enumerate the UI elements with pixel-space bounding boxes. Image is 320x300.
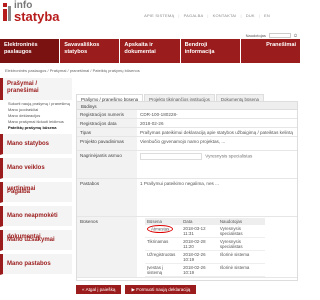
tab-institutions[interactable]: Projekto tikrinančios institucijos [144, 94, 215, 102]
status-line: Būdinys [77, 102, 297, 110]
tab-general-info[interactable]: Bendroji informacija [181, 39, 241, 63]
assignee-value-cell: Vyresnysis specialistas [137, 151, 297, 178]
sidebar: Prašymai / pranešimai Sukurti naują praš… [0, 78, 72, 300]
state-cell: Tikrinamas [145, 237, 182, 251]
date-cell: 2018-03-12 11:31 [181, 225, 218, 238]
sidebar-item-help[interactable]: Pagalba [0, 182, 72, 203]
user-cell: Vyresnysis specialistas [217, 237, 265, 251]
nav-help[interactable]: PAGALBA [184, 13, 204, 18]
user-field[interactable] [268, 33, 291, 38]
logo-text-bottom: statyba [14, 9, 60, 24]
tab-unauthorized-construction[interactable]: Savavališkos statybos [60, 39, 121, 63]
logo-mark-icon [3, 3, 12, 21]
back-button-label: Atgal į paiešką [85, 287, 116, 292]
detail-label: Tipas [77, 128, 137, 136]
col-date: Data [181, 218, 218, 225]
logo[interactable]: info statyba [3, 1, 63, 25]
new-declaration-button[interactable]: ▶ Formuoti naują deklaraciją [125, 285, 197, 294]
detail-row: Registracijos numeris CDR-100-180228- [77, 110, 297, 119]
detail-row: Nagrinėjantis asmuo Vyresnysis specialis… [77, 151, 297, 179]
nav-faq[interactable]: DUK [246, 13, 255, 18]
sidebar-head-label: Prašymai / pranešimai [7, 81, 39, 94]
table-row: Atmestas 2018-03-12 11:31 Vyresnysis spe… [145, 224, 265, 238]
assignee-label: Nagrinėjantis asmuo [77, 151, 137, 178]
notes-label: Pastabos [77, 179, 137, 216]
date-cell: 2018-02-28 11:20 [181, 237, 218, 251]
detail-label: Projekto pavadinimas [77, 137, 137, 150]
nav-about[interactable]: APIE SISTEMĄ [144, 13, 174, 18]
top-nav: APIE SISTEMĄ | PAGALBA | KONTAKTAI | DUK | E… [144, 13, 270, 18]
col-user: Naudotojas [217, 218, 265, 225]
sidebar-item-unpaid[interactable]: Mano neapmokėti dokumentai [0, 206, 72, 240]
table-row: Tikrinamas 2018-02-28 11:20 Vyresnysis s… [145, 237, 265, 251]
back-button[interactable]: « Atgal į paiešką [76, 285, 122, 294]
detail-row: Registracijos data 2018-02-26 [77, 119, 297, 128]
tab-document-status[interactable]: Dokumentų būsena [215, 94, 264, 102]
tab-notifications[interactable]: Pranešimai [241, 39, 300, 63]
sidebar-head[interactable]: Prašymai / pranešimai [0, 78, 72, 100]
sidebar-item-evaluations[interactable]: Mano veiklos vertinimai [0, 158, 72, 192]
state-cell: Įvestas į sistemą [145, 263, 182, 277]
table-row: Užregistruotas 2018-02-26 10:19 Išorinė … [145, 250, 265, 264]
submenu-request-status[interactable]: Pateiktų prašymų būsena [8, 125, 72, 131]
detail-row: Tipas Prašymas pateikimui deklaraciją ap… [77, 128, 297, 137]
state-rejected: Atmestas [147, 224, 174, 233]
history-header: Būsena Data Naudotojas [145, 218, 265, 225]
header: info statyba APIE SISTEMĄ | PAGALBA | KONT… [0, 0, 300, 24]
nav-lang[interactable]: EN [264, 13, 270, 18]
user-name[interactable]: Naudotojas [246, 33, 266, 38]
detail-value: CDR-100-180228- [140, 111, 178, 117]
user-bar: Naudotojas ⏻ [246, 33, 297, 38]
sidebar-submenu: Sukurti naują prašymą / pranešimą Mano j… [0, 101, 72, 131]
main-tabs: Elektroninės paslaugos Savavališkos stat… [0, 39, 300, 63]
history-cell: Būsena Data Naudotojas Atmestas 2018-03-… [137, 217, 297, 277]
action-buttons: « Atgal į paiešką ▶ Formuoti naują dekla… [76, 285, 197, 294]
date-cell: 2018-02-26 10:19 [181, 250, 218, 264]
new-declaration-label: Formuoti naują deklaraciją [136, 287, 191, 292]
breadcrumb: Elektroninės paslaugos / Prašymai / pran… [5, 68, 140, 73]
notes-value: 1 Prašymui pateikimo negalima, nes ... [140, 180, 219, 186]
date-cell: 2018-02-26 10:19 [181, 263, 218, 277]
main-panel: Prašymo / pranešimo būsena Projekto tikr… [76, 94, 298, 300]
detail-label: Registracijos numeris [77, 110, 137, 118]
assignee-value: Vyresnysis specialistas [205, 153, 253, 159]
logout-icon[interactable]: ⏻ [294, 33, 297, 38]
tab-accounting-documents[interactable]: Apskaita ir dokumentai [120, 39, 181, 63]
detail-row: Projekto pavadinimas Vienbučio gyvenamoj… [77, 137, 297, 151]
content-tabs: Prašymo / pranešimo būsena Projekto tikr… [76, 94, 298, 102]
state-cell: Atmestas [145, 224, 182, 238]
sidebar-item-notes[interactable]: Mano pastabos [0, 254, 72, 275]
history-table: Būsena Data Naudotojas Atmestas 2018-03-… [145, 218, 265, 277]
user-cell: Išorinė sistema [217, 250, 265, 264]
col-state: Būsena [145, 218, 182, 225]
state-cell: Užregistruotas [145, 250, 182, 264]
tab-electronic-services[interactable]: Elektroninės paslaugos [0, 39, 61, 63]
nav-contacts[interactable]: KONTAKTAI [213, 13, 237, 18]
detail-value: Vienbučio gyvenamojo namo projektas, ... [140, 138, 226, 144]
detail-row: Pastabos 1 Prašymui pateikimo negalima, … [77, 179, 297, 217]
tab-request-status[interactable]: Prašymo / pranešimo būsena [76, 94, 144, 102]
details-pane: Būdinys Registracijos numeris CDR-100-18… [76, 102, 298, 281]
history-label: Būsenos [77, 217, 137, 277]
user-cell: Išorinė sistema [217, 263, 265, 277]
detail-row: Būsenos Būsena Data Naudotojas Atmestas … [77, 217, 297, 278]
sidebar-item-constructions[interactable]: Mano statybos [0, 134, 72, 155]
detail-value: Prašymas pateikimui deklaraciją apie sta… [140, 129, 293, 135]
assignee-box [140, 152, 202, 160]
detail-label: Registracijos data [77, 119, 137, 127]
table-row: Įvestas į sistemą 2018-02-26 10:19 Išori… [145, 263, 265, 277]
sidebar-item-orders[interactable]: Mano užsakymai [0, 230, 72, 251]
detail-value: 2018-02-26 [140, 120, 164, 126]
user-cell: Vyresnysis specialistas [217, 225, 265, 238]
